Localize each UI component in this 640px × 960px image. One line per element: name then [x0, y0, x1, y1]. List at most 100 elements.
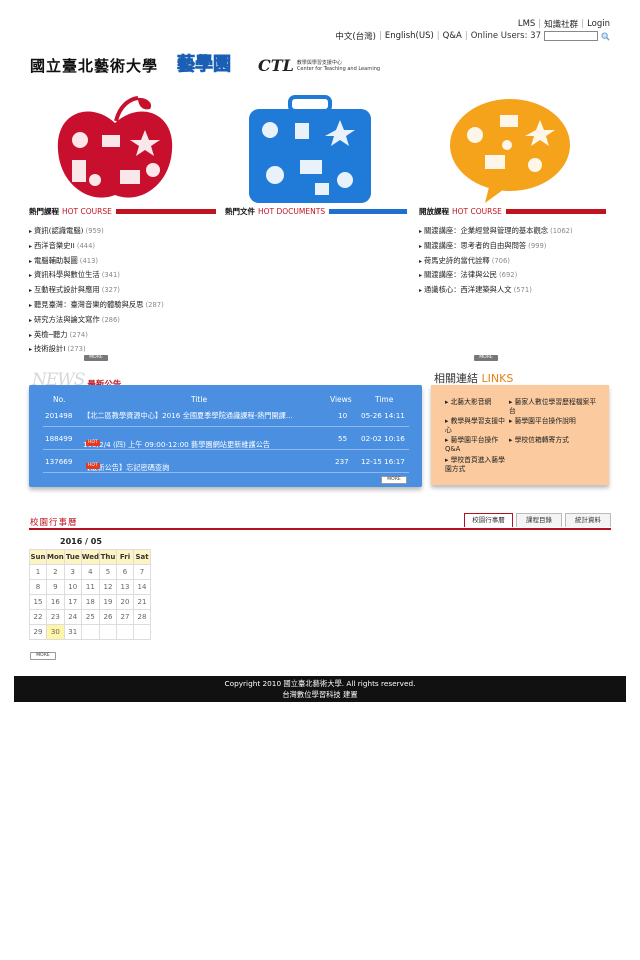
footer-copyright: Copyright 2010 國立臺北藝術大學. All rights rese… [224, 679, 416, 688]
calendar-day [80, 624, 101, 640]
calendar-day[interactable]: 4 [80, 564, 101, 580]
list-item[interactable]: ▸ 關渡講座：思考者的自由與問答 (999) [419, 239, 573, 254]
calendar-day[interactable]: 10 [63, 579, 82, 595]
qa-link[interactable]: Q&A [443, 31, 462, 41]
list-item[interactable]: ▸ 關渡講座：法律與公民 (692) [419, 268, 573, 283]
calendar-day[interactable]: 2 [46, 564, 65, 580]
calendar-day[interactable]: 6 [116, 564, 134, 580]
calendar-day[interactable]: 21 [133, 594, 151, 610]
list-item[interactable]: ▸ 研究方法與論文寫作 (286) [29, 313, 164, 328]
calendar-day[interactable]: 14 [133, 579, 151, 595]
list-item[interactable]: ▸ 西洋音樂史II (444) [29, 239, 164, 254]
hot-documents-header: 熱門文件 HOT DOCUMENTS [225, 206, 408, 216]
calendar-day[interactable]: 13 [116, 579, 134, 595]
calendar-day[interactable]: 3 [63, 564, 82, 580]
list-item[interactable]: ▸ 電腦輔助製圖 (413) [29, 254, 164, 269]
list-item[interactable]: ▸ 關渡講座：企業經營與管理的基本觀念 (1062) [419, 224, 573, 239]
list-item[interactable]: ▸ 荷馬史詩的當代詮釋 (706) [419, 254, 573, 269]
hot-badge: HOT [86, 463, 100, 469]
table-row[interactable]: 201498 【北二區教學資源中心】2016 全國夏季學院通識課程-熱門開課..… [43, 405, 409, 427]
calendar-day[interactable]: 5 [99, 564, 117, 580]
calendar-day[interactable]: 31 [63, 624, 82, 640]
footer-credit: 台灣數位學習科技 建置 [282, 690, 358, 699]
calendar-week: 22 23 24 25 26 27 28 [29, 609, 151, 625]
list-item[interactable]: ▸ 通識核心：西洋建築與人文 (571) [419, 283, 573, 298]
lms-link[interactable]: LMS [518, 19, 535, 29]
tab-calendar[interactable]: 校園行事曆 [464, 513, 513, 527]
hot-course-header: 熱門課程 HOT COURSE [29, 206, 216, 216]
hot-course-more-button[interactable]: MORE [84, 355, 108, 361]
site-logo[interactable]: 藝學園 [165, 50, 243, 76]
search-input[interactable] [544, 31, 598, 41]
calendar-day[interactable]: 18 [80, 594, 101, 610]
calendar-day[interactable]: 25 [80, 609, 101, 625]
calendar-week: 29 30 31 [29, 624, 151, 640]
open-course-more-button[interactable]: MORE [474, 355, 498, 361]
apple-illustration [57, 96, 173, 198]
list-item[interactable]: ▸ 聽見臺灣：臺灣音樂的體驗與反思 (287) [29, 298, 164, 313]
calendar-day[interactable]: 19 [99, 594, 117, 610]
calendar-day[interactable]: 24 [63, 609, 82, 625]
link-item[interactable]: ▸ 學校信箱轉寄方式 [509, 436, 599, 445]
list-item[interactable]: ▸ 資訊(認識電腦) (959) [29, 224, 164, 239]
links-panel: ▸ 北藝大影音網 ▸ 教學與學習支援中心 ▸ 藝學園平台操作Q&A ▸ 學校首頁… [431, 385, 609, 485]
link-item[interactable]: ▸ 藝學園平台操作Q&A [445, 436, 507, 454]
list-item[interactable]: ▸ 資訊科學與數位生活 (341) [29, 268, 164, 283]
login-link[interactable]: Login [587, 19, 610, 29]
table-row[interactable]: 137669 【最新公告】忘記密碼查詢 HOT 237 12-15 16:17 [43, 451, 409, 473]
calendar-day[interactable]: 11 [80, 579, 101, 595]
link-item[interactable]: ▸ 教學與學習支援中心 [445, 417, 507, 435]
open-course-list: ▸ 關渡講座：企業經營與管理的基本觀念 (1062) ▸ 關渡講座：思考者的自由與問答… [419, 224, 573, 298]
calendar-title: 校園行事曆 [30, 518, 78, 528]
calendar-day[interactable]: 16 [46, 594, 65, 610]
calendar-tabs: 校園行事曆 課程目錄 統計資料 [464, 513, 611, 527]
calendar-day[interactable]: 20 [116, 594, 134, 610]
calendar-day[interactable]: 1 [29, 564, 47, 580]
community-link[interactable]: 知識社群 [544, 18, 578, 30]
calendar-day [116, 624, 134, 640]
calendar-more-button[interactable]: MORE [30, 652, 56, 660]
list-item[interactable]: ▸ 互動程式設計與應用 (327) [29, 283, 164, 298]
calendar-week: 15 16 17 18 19 20 21 [29, 594, 151, 610]
hot-badge: HOT [86, 440, 100, 446]
tab-course-catalog[interactable]: 課程目錄 [516, 513, 562, 527]
calendar-day-today[interactable]: 30 [46, 624, 65, 640]
calendar-day[interactable]: 29 [29, 624, 47, 640]
calendar-day[interactable]: 7 [133, 564, 151, 580]
calendar-grid: Sun Mon Tue Wed Thu Fri Sat 1234567 8 9 10 11 12 13… [29, 549, 151, 640]
open-course-header: 開放課程 HOT COURSE [419, 206, 606, 216]
lang-en-link[interactable]: English(US) [385, 31, 434, 41]
calendar-day[interactable]: 23 [46, 609, 65, 625]
calendar-day[interactable]: 15 [29, 594, 47, 610]
calendar-day[interactable]: 27 [116, 609, 134, 625]
calendar-week: 1234567 [29, 564, 151, 580]
link-item[interactable]: ▸ 北藝大影音網 [445, 398, 507, 407]
hot-course-list: ▸ 資訊(認識電腦) (959) ▸ 西洋音樂史II (444) ▸ 電腦輔助製圖 (413… [29, 224, 164, 357]
calendar-day[interactable]: 28 [133, 609, 151, 625]
speech-bubble-illustration [450, 99, 570, 203]
footer: Copyright 2010 國立臺北藝術大學. All rights rese… [14, 676, 626, 702]
top-links-row1: LMS | 知識社群 | Login [517, 18, 610, 30]
calendar-month: 2016 / 05 [60, 537, 102, 546]
tab-statistics[interactable]: 統計資料 [565, 513, 611, 527]
news-more-button[interactable]: MORE [381, 476, 407, 484]
calendar-day[interactable]: 22 [29, 609, 47, 625]
calendar-day[interactable]: 17 [63, 594, 82, 610]
link-item[interactable]: ▸ 學校首頁進入藝學園方式 [445, 456, 507, 474]
calendar-day[interactable]: 26 [99, 609, 117, 625]
search-icon[interactable] [601, 31, 610, 41]
links-title: 相關連結 LINKS [434, 372, 514, 385]
calendar-day[interactable]: 9 [46, 579, 65, 595]
list-item[interactable]: ▸ 英檢─聽力 (274) [29, 328, 164, 343]
table-row[interactable]: 188499 105/2/4 (四) 上午 09:00-12:00 藝學園網站更… [43, 428, 409, 450]
link-item[interactable]: ▸ 藝家人數位學習歷程檔案平台 [509, 398, 599, 416]
calendar-divider [29, 528, 611, 530]
university-logo[interactable]: 國立臺北藝術大學 [30, 55, 158, 76]
lang-zh-link[interactable]: 中文(台灣) [335, 30, 376, 42]
link-item[interactable]: ▸ 藝學園平台操作說明 [509, 417, 599, 426]
calendar-day[interactable]: 12 [99, 579, 117, 595]
ctl-logo[interactable]: CTL 教學與學習支援中心 Center for Teaching and Le… [258, 56, 380, 75]
online-users: Online Users: 37 [470, 31, 541, 41]
calendar-week: 8 9 10 11 12 13 14 [29, 579, 151, 595]
calendar-day[interactable]: 8 [29, 579, 47, 595]
